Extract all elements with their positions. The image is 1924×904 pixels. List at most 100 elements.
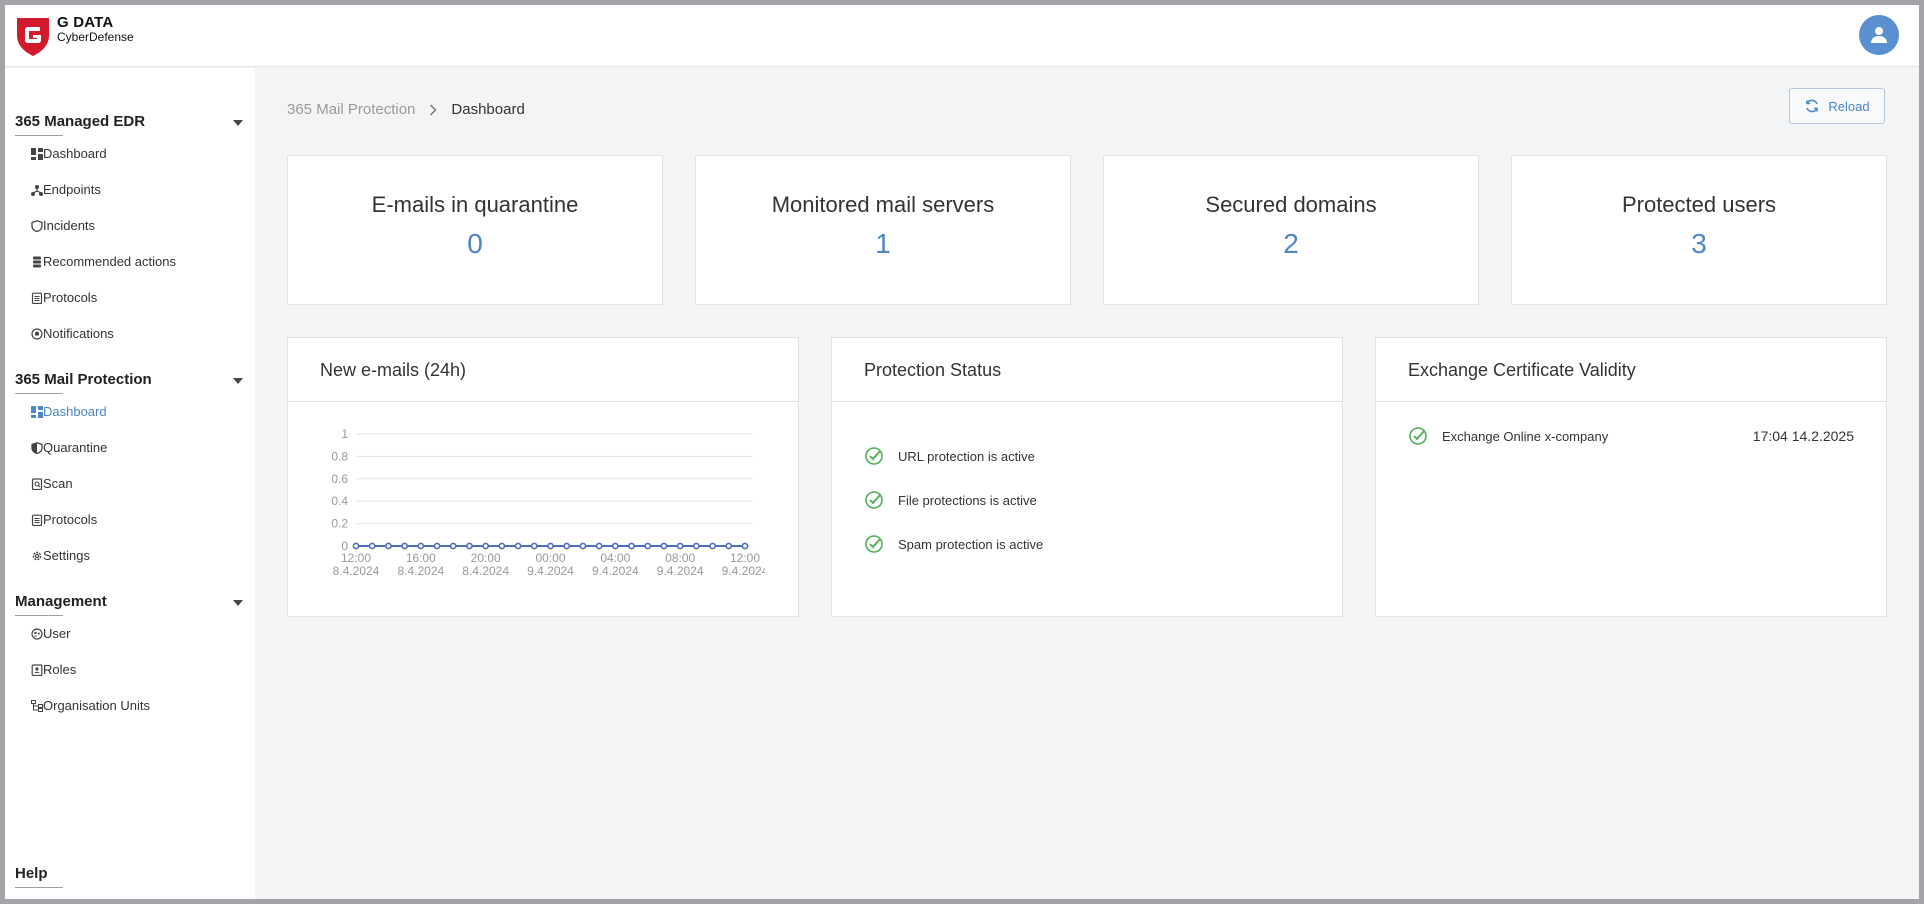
sidebar-item-endpoints[interactable]: Endpoints bbox=[15, 172, 243, 208]
badge-icon bbox=[31, 664, 43, 676]
chart-edge-mask bbox=[765, 548, 798, 588]
section-title: 365 Managed EDR bbox=[15, 113, 146, 130]
sidebar-item-settings[interactable]: Settings bbox=[15, 538, 243, 574]
stat-label: Monitored mail servers bbox=[771, 192, 995, 217]
x-tick-date-label: 8.4.2024 bbox=[397, 564, 444, 578]
clipboard-icon bbox=[31, 514, 43, 526]
x-tick-date-label: 9.4.2024 bbox=[722, 564, 769, 578]
stat-label: E-mails in quarantine bbox=[371, 192, 579, 217]
certificate-row: Exchange Online x-company 17:04 14.2.202… bbox=[1408, 426, 1854, 446]
help-label: Help bbox=[15, 865, 48, 882]
section-title: Management bbox=[15, 593, 107, 610]
layers-icon bbox=[33, 256, 41, 268]
chevron-down-icon[interactable] bbox=[233, 600, 243, 606]
y-tick-label: 0.4 bbox=[331, 494, 348, 508]
section-underline bbox=[15, 887, 63, 888]
x-tick-label: 16:00 bbox=[406, 551, 436, 565]
data-point bbox=[417, 542, 425, 550]
gdata-shield-icon bbox=[17, 18, 49, 56]
x-tick-date-label: 9.4.2024 bbox=[657, 564, 704, 578]
check-circle-icon bbox=[865, 535, 883, 553]
sidebar-item-notifications[interactable]: Notifications bbox=[15, 316, 243, 352]
user-icon bbox=[1871, 27, 1887, 43]
sidebar-help-link[interactable]: Help bbox=[15, 860, 63, 888]
data-point bbox=[725, 542, 733, 550]
reload-button[interactable]: Reload bbox=[1789, 88, 1885, 124]
panel-title: Exchange Certificate Validity bbox=[1376, 338, 1886, 402]
sidebar: 365 Managed EDR Dashboard Endpoints Inci… bbox=[5, 68, 255, 899]
status-item-spam: Spam protection is active bbox=[864, 534, 1043, 554]
data-point bbox=[449, 542, 457, 550]
data-point bbox=[466, 542, 473, 550]
hierarchy-icon bbox=[31, 700, 43, 712]
stat-label: Secured domains bbox=[1205, 192, 1377, 217]
data-point bbox=[530, 542, 538, 550]
chevron-right-icon bbox=[429, 103, 437, 116]
sidebar-item-label: Scan bbox=[43, 476, 73, 491]
x-tick-label: 20:00 bbox=[471, 551, 501, 565]
user-avatar[interactable] bbox=[1859, 15, 1899, 55]
sidebar-item-user[interactable]: User bbox=[15, 616, 243, 652]
panel-title: New e-mails (24h) bbox=[288, 338, 798, 402]
certificate-name: Exchange Online x-company bbox=[1442, 428, 1609, 444]
x-tick-label: 00:00 bbox=[535, 551, 565, 565]
section-header-edr[interactable]: 365 Managed EDR bbox=[15, 108, 243, 136]
sidebar-item-quarantine[interactable]: Quarantine bbox=[15, 430, 243, 466]
data-point bbox=[514, 542, 522, 550]
section-header-mail[interactable]: 365 Mail Protection bbox=[15, 366, 243, 394]
data-point bbox=[628, 542, 635, 550]
sidebar-item-scan[interactable]: Scan bbox=[15, 466, 243, 502]
x-tick-label: 12:00 bbox=[341, 551, 371, 565]
stat-value[interactable]: 0 bbox=[288, 228, 662, 260]
stat-card-secured-domains: Secured domains 2 bbox=[1103, 155, 1479, 305]
check-circle-icon bbox=[1409, 427, 1427, 445]
sidebar-item-roles[interactable]: Roles bbox=[15, 652, 243, 688]
dashboard-icon bbox=[31, 406, 43, 418]
sidebar-item-label: Organisation Units bbox=[43, 698, 150, 713]
stat-card-mail-servers: Monitored mail servers 1 bbox=[695, 155, 1071, 305]
sidebar-item-mail-protocols[interactable]: Protocols bbox=[15, 502, 243, 538]
gear-icon bbox=[32, 551, 42, 561]
data-point bbox=[709, 542, 716, 550]
breadcrumb-current: Dashboard bbox=[451, 101, 525, 118]
status-text: URL protection is active bbox=[898, 448, 1035, 464]
sidebar-item-edr-dashboard[interactable]: Dashboard bbox=[15, 136, 243, 172]
data-point bbox=[595, 542, 603, 550]
sidebar-item-label: Dashboard bbox=[43, 404, 107, 419]
sidebar-item-edr-protocols[interactable]: Protocols bbox=[15, 280, 243, 316]
certificate-expiry: 17:04 14.2.2025 bbox=[1752, 428, 1854, 444]
sidebar-item-label: Endpoints bbox=[43, 182, 101, 197]
data-point bbox=[741, 542, 749, 550]
sidebar-item-label: Protocols bbox=[43, 512, 98, 527]
data-point bbox=[401, 542, 409, 550]
check-circle-icon bbox=[865, 491, 883, 509]
data-point bbox=[611, 542, 619, 550]
panel-new-emails: New e-mails (24h) 1 0.8 0.6 0.4 0.2 0 12:00 8.4… bbox=[287, 337, 799, 617]
panel-title: Protection Status bbox=[832, 338, 1342, 402]
stat-value[interactable]: 2 bbox=[1104, 228, 1478, 260]
sidebar-item-incidents[interactable]: Incidents bbox=[15, 208, 243, 244]
sidebar-section-edr: 365 Managed EDR Dashboard Endpoints Inci… bbox=[15, 108, 243, 352]
sidebar-item-label: Recommended actions bbox=[43, 254, 176, 269]
data-point bbox=[644, 542, 652, 550]
sidebar-item-mail-dashboard[interactable]: Dashboard bbox=[15, 394, 243, 430]
brand-logo[interactable]: G DATA CyberDefense bbox=[15, 15, 134, 57]
x-tick-date-label: 9.4.2024 bbox=[592, 564, 639, 578]
stat-value[interactable]: 3 bbox=[1512, 228, 1886, 260]
scan-icon bbox=[31, 478, 43, 490]
x-tick-label: 04:00 bbox=[600, 551, 630, 565]
stat-value[interactable]: 1 bbox=[696, 228, 1070, 260]
user-group-icon bbox=[31, 628, 43, 640]
stat-label: Protected users bbox=[1621, 192, 1777, 217]
breadcrumb-parent[interactable]: 365 Mail Protection bbox=[287, 101, 415, 118]
y-tick-label: 0.2 bbox=[331, 517, 348, 531]
chevron-down-icon[interactable] bbox=[233, 120, 243, 126]
sidebar-item-organisation-units[interactable]: Organisation Units bbox=[15, 688, 243, 724]
data-point bbox=[660, 542, 668, 550]
x-tick-label: 12:00 bbox=[730, 551, 760, 565]
data-point bbox=[368, 542, 376, 550]
section-header-management[interactable]: Management bbox=[15, 588, 243, 616]
chevron-down-icon[interactable] bbox=[233, 378, 243, 384]
data-point bbox=[352, 542, 360, 550]
sidebar-item-recommended-actions[interactable]: Recommended actions bbox=[15, 244, 243, 280]
